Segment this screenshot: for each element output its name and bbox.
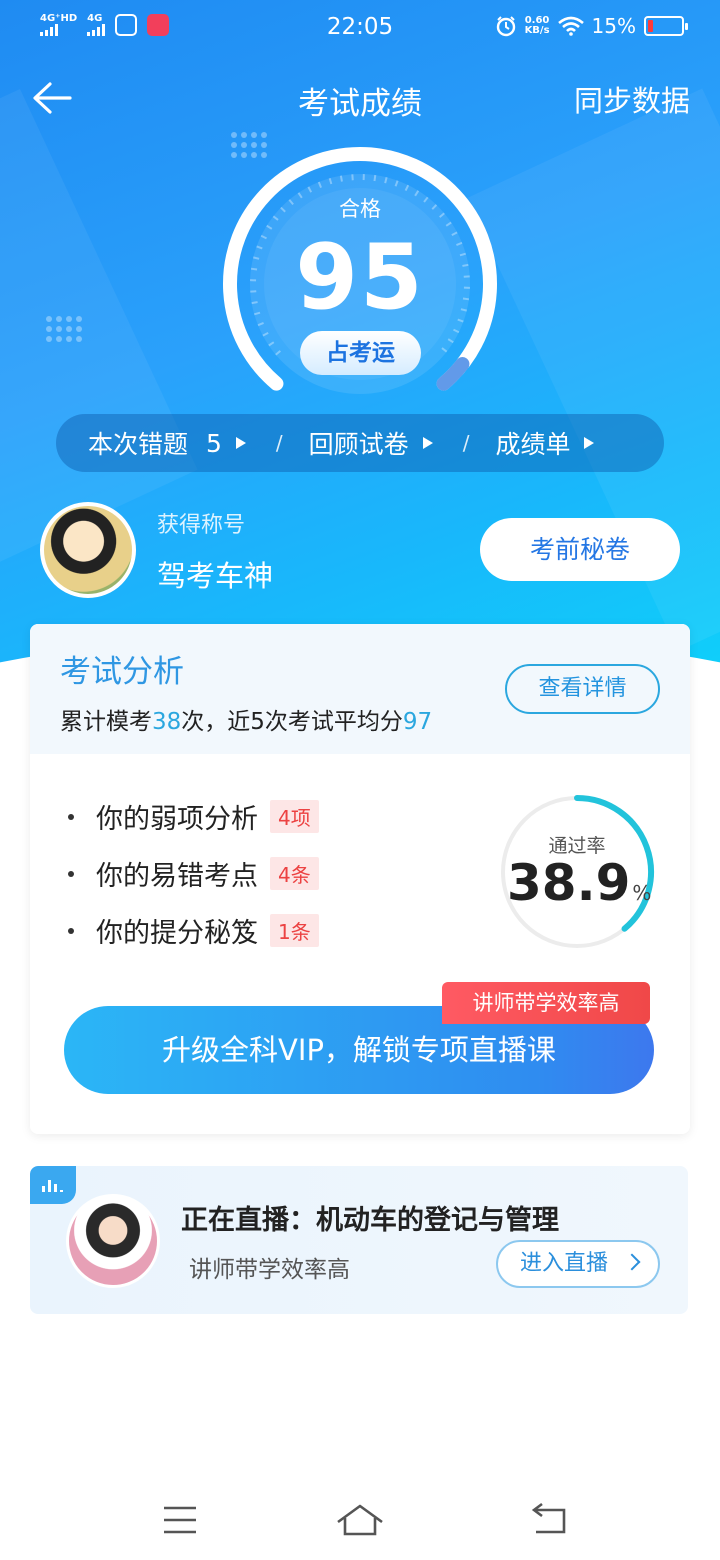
home-icon[interactable] [330,1500,390,1540]
count-badge: 1条 [270,914,319,947]
separator: / [462,431,470,455]
secret-paper-button[interactable]: 考前秘卷 [480,518,680,581]
pass-status: 合格 [339,197,381,221]
avatar[interactable] [40,502,136,598]
enter-live-button[interactable]: 进入直播 [496,1240,660,1288]
wrong-questions-link[interactable]: 本次错题 5 [88,425,246,461]
wrong-count: 5 [206,428,222,458]
chevron-right-icon [623,1253,641,1271]
mock-count: 38 [152,709,182,735]
title-label: 获得称号 [157,513,246,538]
battery-icon [644,16,688,36]
list-item[interactable]: 你的弱项分析 4项 [68,788,319,845]
review-paper-link[interactable]: 回顾试卷 [309,425,433,461]
alarm-icon [496,16,515,37]
play-arrow-icon [584,437,595,449]
analysis-list: 你的弱项分析 4项 你的易错考点 4条 你的提分秘笈 1条 [68,788,319,959]
analysis-title: 考试分析 [60,654,184,690]
list-item[interactable]: 你的易错考点 4条 [68,845,319,902]
return-icon[interactable] [518,1500,578,1540]
count-badge: 4条 [270,857,319,890]
play-arrow-icon [235,437,246,449]
live-subtitle: 讲师带学效率高 [189,1257,350,1283]
analysis-summary: 累计模考38次，近5次考试平均分97 [60,709,433,735]
average-score: 97 [402,709,433,735]
list-item[interactable]: 你的提分秘笈 1条 [68,902,319,959]
system-nav-bar [0,1480,720,1560]
teacher-avatar [66,1194,160,1288]
analysis-card: 考试分析 累计模考38次，近5次考试平均分97 查看详情 你的弱项分析 4项 你… [30,624,690,1134]
status-bar: 4G⁺HD 4G 22:05 0.60 KB/s 15% [0,0,720,56]
menu-icon[interactable] [150,1500,210,1540]
count-badge: 4项 [270,800,319,833]
score-report-link[interactable]: 成绩单 [495,425,595,461]
live-bars-icon [30,1166,76,1204]
bullet-icon [68,813,74,820]
net-speed: 0.60 KB/s [524,15,550,36]
bullet-icon [68,927,74,934]
live-title: 正在直播：机动车的登记与管理 [181,1205,559,1236]
bullet-icon [68,870,74,877]
pass-rate-value: 38.9% [507,854,652,912]
exam-score: 95 [295,225,425,330]
fortune-button[interactable]: 占考运 [300,331,421,375]
title-value: 驾考车神 [157,559,274,593]
wifi-icon [557,16,584,36]
separator: / [275,431,283,455]
decor-dots [46,316,82,342]
live-course-card[interactable]: 正在直播：机动车的登记与管理 讲师带学效率高 进入直播 [30,1166,688,1314]
play-arrow-icon [422,437,433,449]
quick-links-bar: 本次错题 5 / 回顾试卷 / 成绩单 [56,414,664,472]
sync-data-button[interactable]: 同步数据 [574,78,690,120]
battery-percent: 15% [591,14,636,38]
vip-promo-badge: 讲师带学效率高 [442,982,650,1024]
view-details-button[interactable]: 查看详情 [505,664,660,714]
